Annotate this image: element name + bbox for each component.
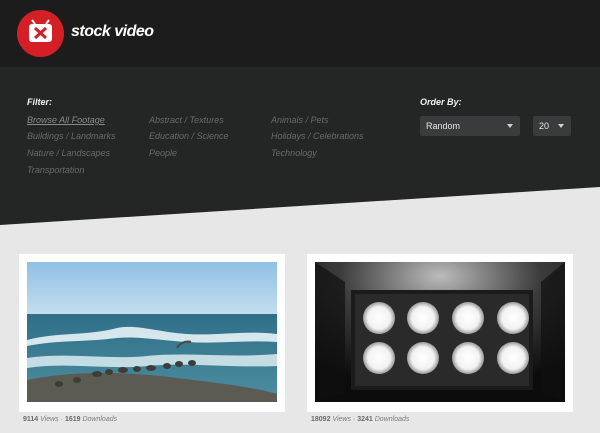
filter-abstract[interactable]: Abstract / Textures (149, 115, 224, 125)
filter-holidays[interactable]: Holidays / Celebrations (271, 131, 364, 141)
filter-nature[interactable]: Nature / Landscapes (27, 148, 110, 158)
logo-icon[interactable] (17, 10, 64, 57)
sort-select[interactable]: Random (420, 116, 520, 136)
stats-separator: · (352, 416, 356, 423)
filter-technology[interactable]: Technology (271, 148, 317, 158)
views-label: Views (332, 416, 351, 423)
filter-buildings[interactable]: Buildings / Landmarks (27, 131, 116, 141)
downloads-count: 3241 (357, 416, 373, 423)
views-count: 9114 (23, 416, 39, 423)
site-header: stock video (0, 0, 600, 67)
logo-wordmark[interactable]: stock video (71, 23, 154, 41)
video-thumbnail[interactable] (315, 262, 565, 402)
chevron-down-icon (507, 124, 513, 128)
filter-animals[interactable]: Animals / Pets (271, 115, 329, 125)
count-select-value: 20 (539, 121, 550, 131)
filter-heading: Filter: (27, 97, 53, 107)
filter-education[interactable]: Education / Science (149, 131, 229, 141)
video-card[interactable]: 9114 Views · 1619 Downloads (19, 254, 285, 423)
order-heading: Order By: (420, 97, 462, 107)
video-thumbnail[interactable] (27, 262, 277, 402)
stats-separator: · (60, 416, 63, 423)
count-select[interactable]: 20 (533, 116, 571, 136)
video-stats: 18092 Views · 3241 Downloads (311, 416, 409, 423)
downloads-label: Downloads (374, 416, 410, 423)
views-count: 18092 (311, 416, 331, 423)
downloads-label: Downloads (82, 416, 118, 423)
views-label: Views (40, 416, 59, 423)
filter-transportation[interactable]: Transportation (27, 165, 84, 175)
video-card[interactable]: 18092 Views · 3241 Downloads (307, 254, 573, 423)
filter-panel (0, 67, 600, 225)
sort-select-value: Random (426, 121, 461, 131)
chevron-down-icon (558, 124, 564, 128)
filter-browse-all[interactable]: Browse All Footage (27, 115, 105, 125)
filter-people[interactable]: People (149, 148, 177, 158)
downloads-count: 1619 (64, 416, 81, 423)
video-stats: 9114 Views · 1619 Downloads (23, 416, 117, 423)
